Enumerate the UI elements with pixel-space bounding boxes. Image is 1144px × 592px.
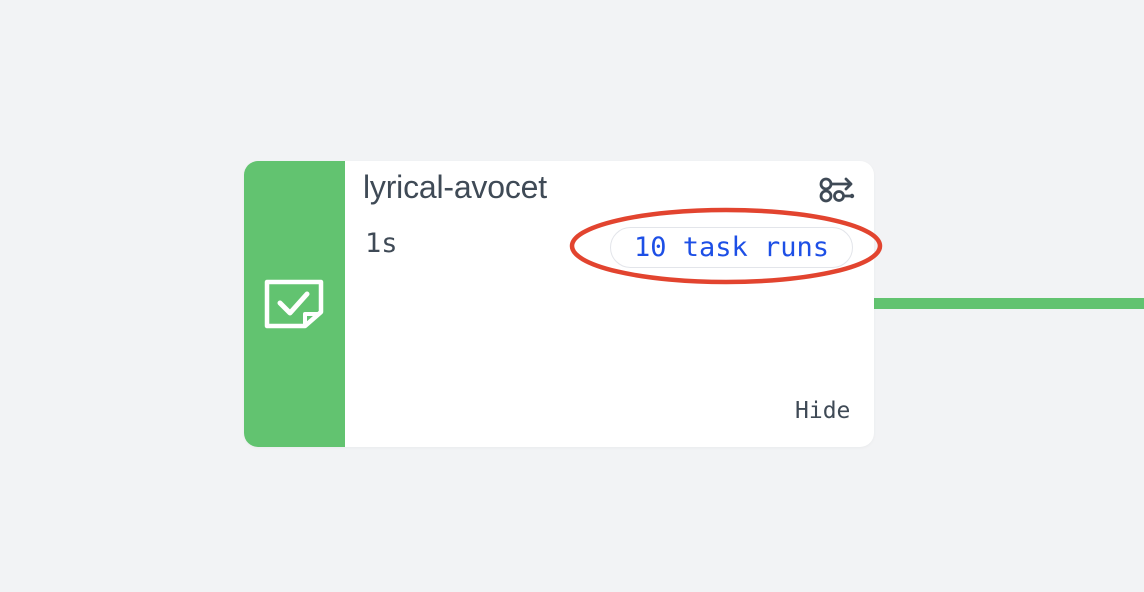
subflow-icon[interactable] [818, 173, 856, 205]
flow-edge-line [872, 298, 1144, 309]
task-runs-button[interactable]: 10 task runs [610, 227, 853, 268]
node-title: lyrical-avocet [363, 169, 547, 205]
checkbox-checked-icon [264, 279, 324, 329]
hide-button[interactable]: Hide [795, 398, 850, 424]
duration-label: 1s [365, 228, 398, 259]
flow-run-node[interactable]: lyrical-avocet 1s 10 task runs Hide [244, 161, 874, 447]
status-strip [244, 161, 345, 447]
